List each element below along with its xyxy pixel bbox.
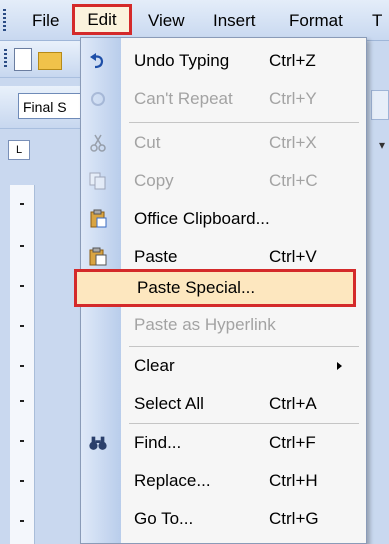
- formatting-toolbar: Final S: [0, 86, 88, 129]
- ruler-tick: [20, 325, 24, 327]
- ruler-tick: [20, 203, 24, 205]
- ruler-tick: [20, 480, 24, 482]
- menu-item-replace[interactable]: Replace... Ctrl+H: [81, 462, 366, 500]
- menu-bar: File Edit View Insert Format T: [0, 0, 389, 41]
- menu-file[interactable]: File: [32, 11, 59, 31]
- menu-separator: [129, 122, 359, 123]
- edit-menu: Undo Typing Ctrl+Z Can't Repeat Ctrl+Y C…: [74, 37, 367, 544]
- menu-item-find[interactable]: Find... Ctrl+F: [81, 424, 366, 462]
- ruler-tick: [20, 245, 24, 247]
- menu-item-clear[interactable]: Clear: [81, 347, 366, 385]
- copy-icon: [88, 171, 108, 191]
- menubar-grip-handle[interactable]: [3, 9, 6, 31]
- standard-toolbar: [0, 41, 80, 78]
- menu-item-undo[interactable]: Undo Typing Ctrl+Z: [81, 42, 366, 80]
- menu-item-office-clipboard[interactable]: Office Clipboard...: [81, 200, 366, 238]
- ruler-tick: [20, 520, 24, 522]
- menu-tools[interactable]: T: [372, 11, 382, 31]
- paste-icon: [88, 247, 108, 267]
- toolbar-grip-handle[interactable]: [4, 49, 7, 69]
- menu-item-repeat[interactable]: Can't Repeat Ctrl+Y: [81, 80, 366, 118]
- toolbar-fragment: [371, 90, 389, 120]
- menu-item-go-to[interactable]: Go To... Ctrl+G: [81, 500, 366, 538]
- cut-icon: [88, 133, 108, 153]
- menu-edit[interactable]: Edit: [72, 4, 132, 35]
- menu-item-cut[interactable]: Cut Ctrl+X: [81, 124, 366, 162]
- ruler-tick: [20, 285, 24, 287]
- menu-item-paste-as-hyperlink[interactable]: Paste as Hyperlink: [81, 306, 366, 344]
- vertical-ruler: [10, 185, 35, 544]
- style-dropdown[interactable]: Final S: [18, 93, 88, 119]
- undo-icon: [88, 51, 108, 71]
- clipboard-icon: [88, 209, 108, 229]
- menu-item-copy[interactable]: Copy Ctrl+C: [81, 162, 366, 200]
- menu-item-select-all[interactable]: Select All Ctrl+A: [81, 385, 366, 423]
- binoculars-icon: [88, 433, 108, 453]
- menu-insert[interactable]: Insert: [213, 11, 256, 31]
- new-document-icon[interactable]: [14, 48, 32, 71]
- menu-item-paste-special[interactable]: Paste Special...: [74, 269, 356, 307]
- ruler-tick: [20, 440, 24, 442]
- ruler-tick: [20, 365, 24, 367]
- open-folder-icon[interactable]: [38, 52, 62, 70]
- menu-format[interactable]: Format: [289, 11, 343, 31]
- submenu-arrow-icon: [337, 362, 342, 370]
- repeat-icon: [88, 89, 108, 109]
- scroll-arrow-icon[interactable]: ▾: [379, 138, 385, 152]
- tab-selector[interactable]: L: [8, 140, 30, 160]
- menu-view[interactable]: View: [148, 11, 185, 31]
- ruler-tick: [20, 400, 24, 402]
